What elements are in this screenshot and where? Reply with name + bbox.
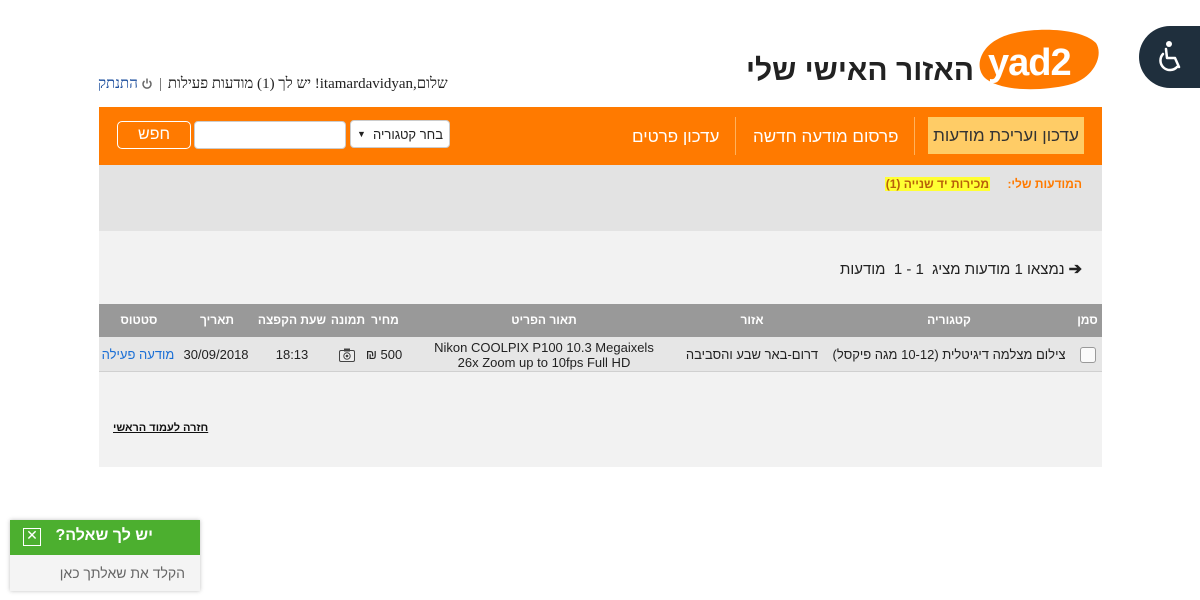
- tab-update-details[interactable]: עדכון פרטים: [632, 120, 719, 154]
- category-select-label: בחר קטגוריה: [373, 126, 443, 142]
- tab-edit-ads[interactable]: עדכון ועריכת מודעות: [928, 117, 1084, 154]
- separator: |: [158, 75, 162, 92]
- back-home-link[interactable]: חזרה לעמוד הראשי: [113, 422, 208, 434]
- nav-divider: [735, 117, 736, 155]
- col-bump-time: שעת הקפצה: [257, 313, 327, 327]
- table-row[interactable]: צילום מצלמה דיגיטלית (10-12 מגה פיקסל) ד…: [99, 337, 1102, 372]
- tab-new-ad[interactable]: פרסום מודעה חדשה: [753, 120, 898, 154]
- my-ads-category-link[interactable]: מכירות יד שנייה (1): [884, 177, 991, 191]
- col-area: אזור: [740, 313, 764, 327]
- username: itamardavidyan: [319, 75, 414, 92]
- col-select: סמן: [1077, 313, 1098, 327]
- chat-title: יש לך שאלה?: [55, 527, 153, 544]
- col-image: תמונה: [330, 313, 366, 327]
- user-greeting: שלום, itamardavidyan ! יש לך (1) מודעות …: [98, 74, 518, 94]
- col-date: תאריך: [199, 313, 234, 327]
- main-navbar: עדכון ועריכת מודעות פרסום מודעה חדשה עדכ…: [99, 107, 1102, 165]
- chat-input[interactable]: הקלד את שאלתך כאן: [10, 555, 200, 591]
- close-icon[interactable]: ✕: [23, 528, 41, 546]
- row-checkbox[interactable]: [1079, 346, 1096, 363]
- row-image-cell[interactable]: [329, 337, 365, 372]
- search-button[interactable]: חפש: [117, 121, 191, 149]
- col-category: קטגוריה: [927, 313, 971, 327]
- col-status: סטטוס: [120, 313, 158, 327]
- row-description-line1: Nikon COOLPIX P100 10.3 Megaixels: [434, 339, 654, 355]
- nav-divider: [914, 117, 915, 155]
- category-select[interactable]: בחר קטגוריה ▼: [350, 120, 450, 148]
- search-input[interactable]: [194, 121, 346, 149]
- ads-panel: ➔ נמצאו 1 מודעות מציג 1 - 1 מודעות סמן ק…: [99, 231, 1102, 467]
- row-description-line2: 26x Zoom up to 10fps Full HD: [457, 354, 631, 370]
- chat-widget: יש לך שאלה? ✕ הקלד את שאלתך כאן: [10, 520, 200, 591]
- greeting-prefix: שלום,: [413, 75, 448, 92]
- col-price: מחיר: [371, 313, 399, 327]
- row-date: 30/09/2018: [183, 347, 249, 362]
- my-ads-label: המודעות שלי:: [1007, 177, 1082, 191]
- page-title: האזור האישי שלי: [745, 54, 974, 87]
- accessibility-icon: [1159, 41, 1181, 72]
- row-bump-time: 18:13: [275, 347, 309, 362]
- row-category: צילום מצלמה דיגיטלית (10-12 מגה פיקסל): [832, 347, 1066, 362]
- chevron-down-icon: ▼: [357, 129, 366, 139]
- table-header: סמן קטגוריה אזור תאור הפריט מחיר תמונה ש…: [99, 304, 1102, 337]
- row-select-cell: [1073, 337, 1102, 372]
- arrow-right-icon[interactable]: ➔: [1069, 259, 1082, 279]
- power-icon: [142, 78, 152, 89]
- logout-label: התנתק: [98, 75, 138, 92]
- row-status[interactable]: מודעה פעילה: [99, 337, 177, 372]
- results-summary: ➔ נמצאו 1 מודעות מציג 1 - 1 מודעות: [840, 259, 1082, 279]
- chat-header[interactable]: יש לך שאלה? ✕: [10, 520, 200, 555]
- logo-text: yad2: [988, 42, 1072, 84]
- camera-icon[interactable]: [339, 348, 355, 362]
- accessibility-button[interactable]: [1139, 26, 1200, 88]
- row-area: דרום-באר שבע והסביבה: [685, 347, 819, 362]
- row-price: 500 ₪: [365, 347, 403, 362]
- row-description[interactable]: Nikon COOLPIX P100 10.3 Megaixels 26x Zo…: [409, 337, 679, 372]
- my-ads-bar: המודעות שלי: מכירות יד שנייה (1): [99, 165, 1102, 231]
- greeting-suffix: ! יש לך (1) מודעות פעילות: [167, 75, 320, 92]
- results-count: נמצאו 1 מודעות מציג 1 - 1 מודעות: [839, 260, 1065, 278]
- logout-link[interactable]: התנתק: [98, 76, 153, 93]
- col-description: תאור הפריט: [511, 313, 577, 327]
